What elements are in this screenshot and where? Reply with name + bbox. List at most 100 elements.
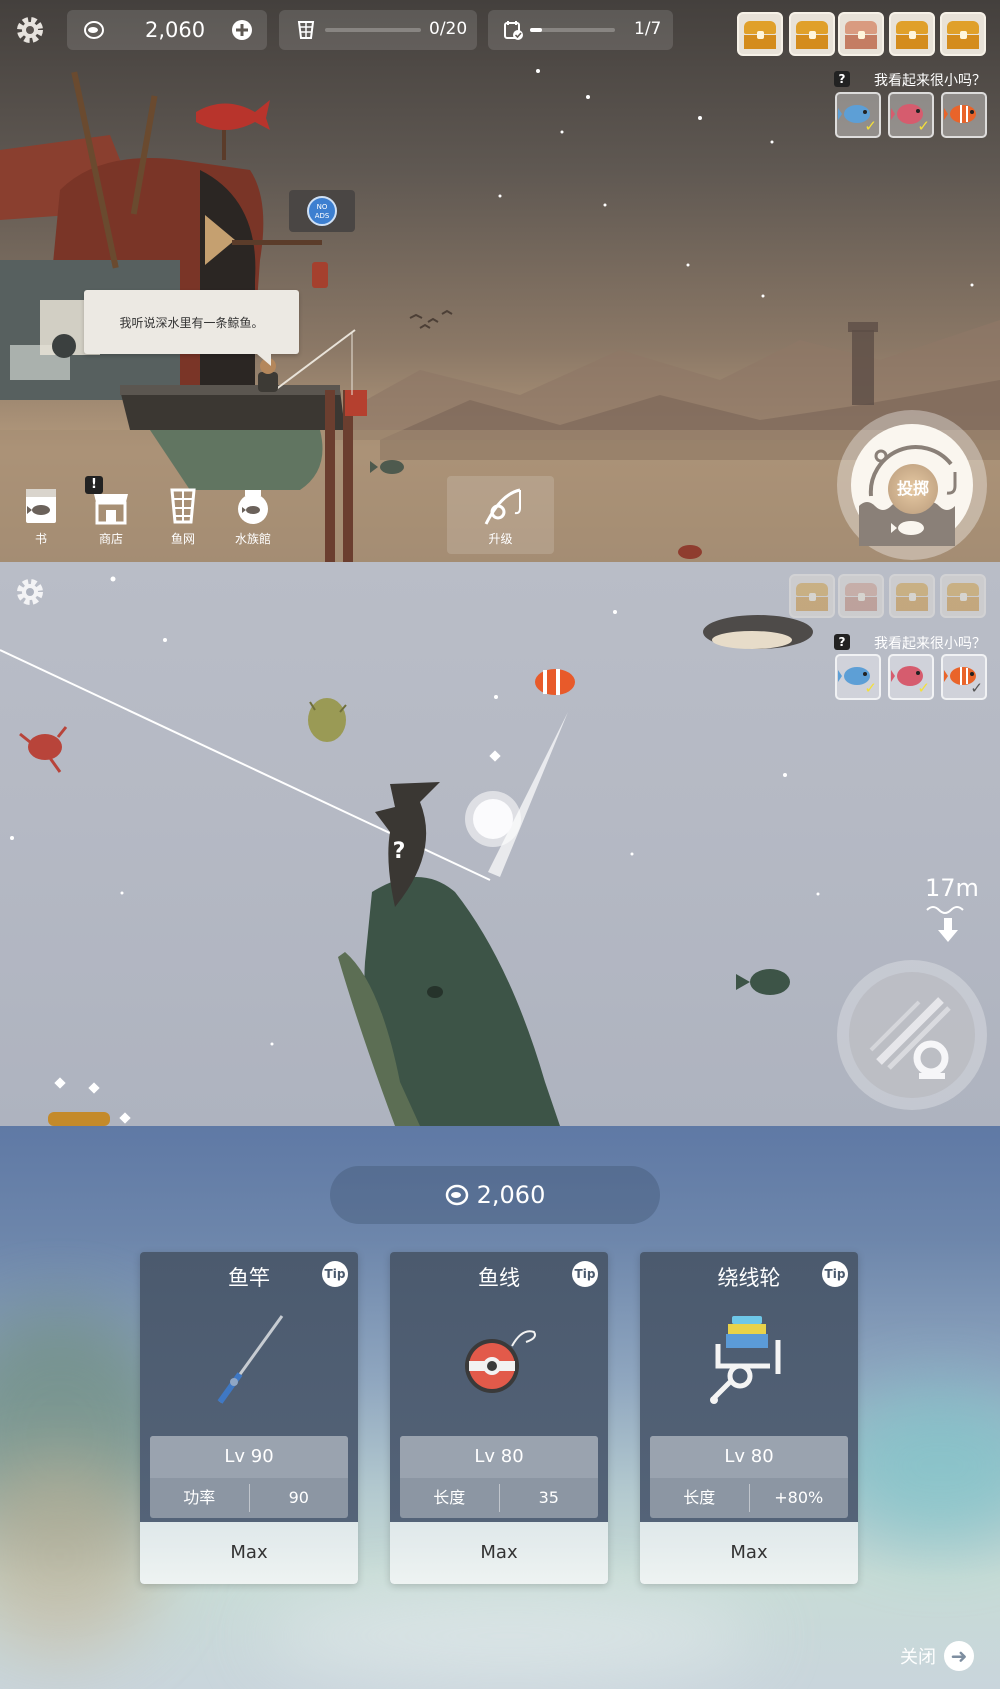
reel-stat-value: +80% (774, 1488, 824, 1507)
reel-upgrade-card: 绕线轮 Tip Lv 80 长度 +80% Max (640, 1252, 858, 1584)
quest-progress-track (530, 28, 615, 32)
checkmark-icon: ✓ (917, 117, 930, 135)
line-stat-row: 长度 35 (400, 1478, 598, 1518)
cast-button-face: 投掷 (851, 424, 973, 546)
quest-fish-card[interactable]: ✓ (941, 654, 987, 700)
arrow-right-icon: ➜ (944, 1641, 974, 1671)
rod-stat-row: 功率 90 (150, 1478, 348, 1518)
coin-icon (445, 1184, 468, 1206)
treasure-chest-icon[interactable] (940, 574, 986, 618)
treasure-chest-icon[interactable] (838, 12, 884, 56)
quest-progress-bar: 1/7 (488, 10, 673, 50)
quest-help-icon[interactable]: ? (834, 71, 850, 87)
quest-fish-card[interactable]: ✓ (835, 654, 881, 700)
nav-aquarium-label: 水族館 (234, 532, 271, 546)
rod-stat-name: 功率 (183, 1488, 216, 1507)
orange-fish-icon (944, 105, 976, 123)
upgrade-button[interactable]: 升级 (447, 476, 554, 554)
line-stat-name: 长度 (433, 1488, 466, 1507)
settings-gear-icon[interactable] (13, 13, 47, 47)
no-ads-icon: NO ADS (307, 196, 337, 226)
coins-counter: 2,060 (67, 10, 267, 50)
rod-level: Lv 90 (150, 1436, 348, 1478)
settings-gear-icon[interactable] (13, 575, 47, 609)
speech-bubble: 我听说深水里有一条鲸鱼。 (84, 290, 299, 366)
depth-value: 17m (925, 874, 979, 902)
treasure-chest-icon[interactable] (838, 574, 884, 618)
line-tip-button[interactable]: Tip (572, 1261, 598, 1287)
rod-tip-button[interactable]: Tip (322, 1261, 348, 1287)
net-capacity-bar: 0/20 (279, 10, 477, 50)
upgrade-label: 升级 (488, 532, 513, 546)
coins-value: 2,060 (145, 18, 206, 42)
nav-shop-button[interactable]: ! 商店 (78, 476, 144, 547)
quest-fish-card[interactable] (941, 92, 987, 138)
treasure-chest-icon[interactable] (940, 12, 986, 56)
checkmark-icon: ✓ (864, 117, 877, 135)
no-ads-line1: NO (316, 203, 328, 211)
upgrade-coins-display: 2,060 (330, 1166, 660, 1224)
treasure-chest-icon[interactable] (889, 12, 935, 56)
line-level: Lv 80 (400, 1436, 598, 1478)
cast-button[interactable]: 投掷 (837, 410, 987, 560)
treasure-chest-icon[interactable] (737, 12, 783, 56)
no-ads-line2: ADS (314, 212, 330, 220)
treasure-chest-icon[interactable] (789, 574, 835, 618)
quest-fish-card[interactable]: ✓ (888, 92, 934, 138)
nav-fishnet-label: 鱼网 (170, 532, 195, 546)
rod-upgrade-card: 鱼竿 Tip Lv 90 功率 90 Max (140, 1252, 358, 1584)
speech-bubble-text: 我听说深水里有一条鲸鱼。 (119, 315, 264, 330)
line-max-button[interactable]: Max (390, 1522, 608, 1584)
quest-fish-card[interactable]: ✓ (888, 654, 934, 700)
close-label: 关闭 (900, 1647, 936, 1668)
quest-progress-value: 1/7 (634, 19, 662, 39)
reel-level: Lv 80 (650, 1436, 848, 1478)
nav-book-label: 书 (34, 532, 47, 546)
net-progress-track (325, 28, 421, 32)
aquarium-icon (238, 490, 268, 524)
fishing-rod-icon (484, 488, 521, 525)
reel-max-button[interactable]: Max (640, 1522, 858, 1584)
line-upgrade-card: 鱼线 Tip Lv 80 长度 35 Max (390, 1252, 608, 1584)
add-coins-icon[interactable] (231, 19, 253, 41)
checkmark-icon: ✓ (864, 679, 877, 697)
depth-indicator: 17m (925, 874, 979, 946)
fishing-rod-icon (217, 1315, 284, 1404)
dock-scene: 2,060 0/20 1/7 ? 我看起来很小吗？ ✓ ✓ NO ADS 我听说… (0, 0, 1000, 562)
bg-blur (260, 1596, 760, 1676)
reel-stat-name: 长度 (683, 1488, 716, 1507)
unknown-fish-marker: ? (392, 839, 406, 864)
reel-button[interactable] (837, 960, 987, 1110)
reel-stat-row: 长度 +80% (650, 1478, 848, 1518)
line-stat-value: 35 (538, 1488, 559, 1507)
checkmark-icon: ✓ (970, 679, 983, 697)
reel-button-face (849, 972, 975, 1098)
coin-icon (84, 21, 104, 39)
quest-fish-card[interactable]: ✓ (835, 92, 881, 138)
nav-aquarium-button[interactable]: 水族館 (220, 486, 286, 547)
cast-label: 投掷 (888, 464, 938, 514)
rod-max-button[interactable]: Max (140, 1522, 358, 1584)
treasure-chest-icon[interactable] (789, 12, 835, 56)
quest-progress-fill (530, 28, 542, 32)
nav-book-button[interactable]: 书 (8, 486, 74, 547)
underwater-scene: ? 我看起来很小吗？ ✓ ✓ ✓ ? 17m (0, 562, 1000, 1126)
upgrade-coins-value: 2,060 (476, 1181, 546, 1209)
treasure-chest-icon[interactable] (889, 574, 935, 618)
reel-rod-icon (869, 997, 951, 1079)
rod-level-box: Lv 90 功率 90 (150, 1436, 348, 1518)
nav-fishnet-button[interactable]: 鱼网 (150, 486, 216, 547)
fishnet-icon (170, 488, 196, 524)
no-ads-button[interactable]: NO ADS (289, 190, 355, 232)
fishnet-icon (297, 21, 315, 39)
fishing-line-spool-icon (465, 1330, 536, 1393)
reel-tip-button[interactable]: Tip (822, 1261, 848, 1287)
quest-help-icon[interactable]: ? (834, 634, 850, 650)
quest-title: 我看起来很小吗？ (874, 636, 986, 652)
quest-title: 我看起来很小吗？ (874, 73, 986, 89)
hook-glow (465, 791, 521, 847)
depth-down-arrow-icon (926, 906, 964, 942)
rod-stat-value: 90 (288, 1488, 309, 1507)
upgrade-panel: 2,060 鱼竿 Tip Lv 90 功率 90 Max 鱼线 Tip Lv 8… (0, 1126, 1000, 1689)
close-button[interactable]: 关闭 ➜ (900, 1641, 974, 1671)
